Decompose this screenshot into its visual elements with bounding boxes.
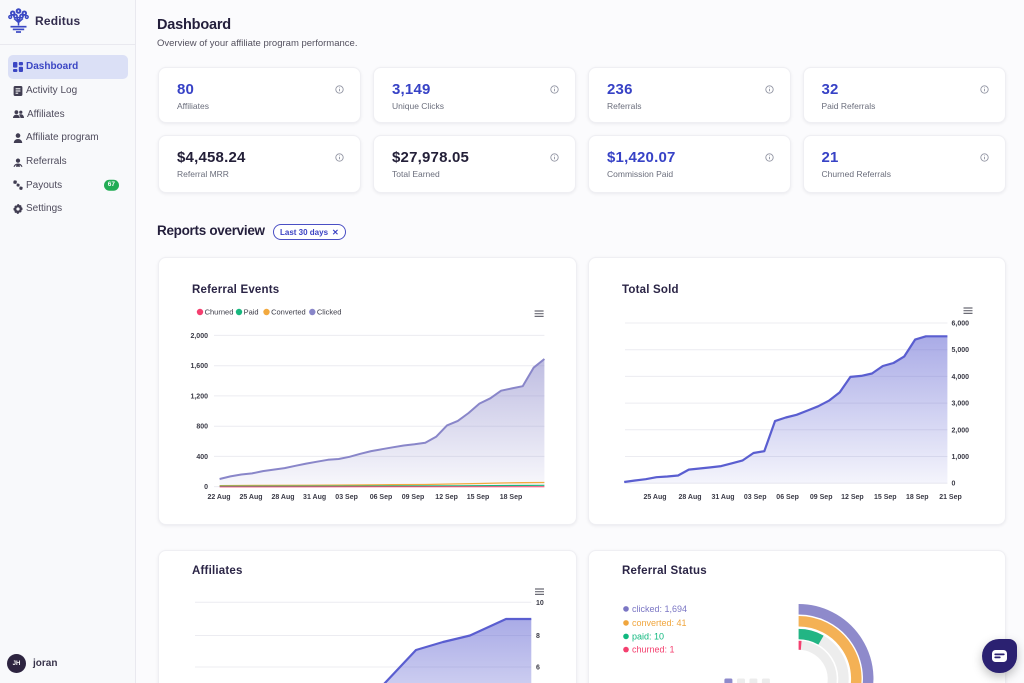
svg-text:03 Sep: 03 Sep [335,494,358,501]
svg-text:1,000: 1,000 [952,454,970,461]
svg-text:2,000: 2,000 [190,333,208,340]
svg-text:0: 0 [204,484,208,491]
svg-text:25 Aug: 25 Aug [239,494,262,501]
svg-text:5,000: 5,000 [952,347,970,354]
svg-text:06 Sep: 06 Sep [370,494,393,501]
svg-text:06 Sep: 06 Sep [776,494,799,501]
svg-text:12 Sep: 12 Sep [841,494,864,501]
svg-text:Clicked: Clicked [317,308,342,317]
svg-text:0: 0 [952,481,956,488]
svg-text:10: 10 [536,600,544,607]
svg-text:400: 400 [196,454,208,461]
svg-text:paid: 10: paid: 10 [632,632,664,642]
svg-text:8: 8 [536,633,540,640]
svg-text:03 Sep: 03 Sep [744,494,767,501]
svg-text:converted: 41: converted: 41 [632,618,687,628]
svg-text:1,200: 1,200 [190,393,208,400]
svg-text:4,000: 4,000 [952,374,970,381]
svg-text:churned: 1: churned: 1 [632,645,675,655]
svg-text:1,600: 1,600 [190,363,208,370]
svg-text:22 Aug: 22 Aug [207,494,230,501]
svg-text:09 Sep: 09 Sep [810,494,833,501]
svg-text:15 Sep: 15 Sep [874,494,897,501]
svg-text:21 Sep: 21 Sep [939,494,962,501]
svg-text:31 Aug: 31 Aug [711,494,734,501]
svg-text:2,000: 2,000 [952,427,970,434]
svg-text:6,000: 6,000 [952,321,970,328]
svg-text:12 Sep: 12 Sep [435,494,458,501]
svg-text:Converted: Converted [271,308,306,317]
svg-text:15 Sep: 15 Sep [467,494,490,501]
svg-text:28 Aug: 28 Aug [271,494,294,501]
svg-text:31 Aug: 31 Aug [303,494,326,501]
svg-text:clicked: 1,694: clicked: 1,694 [632,604,687,614]
svg-text:6: 6 [536,665,540,672]
svg-text:3,000: 3,000 [952,401,970,408]
svg-text:Paid: Paid [244,308,259,317]
svg-text:18 Sep: 18 Sep [500,494,523,501]
svg-text:Churned: Churned [205,308,234,317]
svg-text:18 Sep: 18 Sep [906,494,929,501]
svg-text:25 Aug: 25 Aug [643,494,666,501]
svg-text:28 Aug: 28 Aug [678,494,701,501]
svg-text:800: 800 [196,424,208,431]
svg-text:09 Sep: 09 Sep [402,494,425,501]
